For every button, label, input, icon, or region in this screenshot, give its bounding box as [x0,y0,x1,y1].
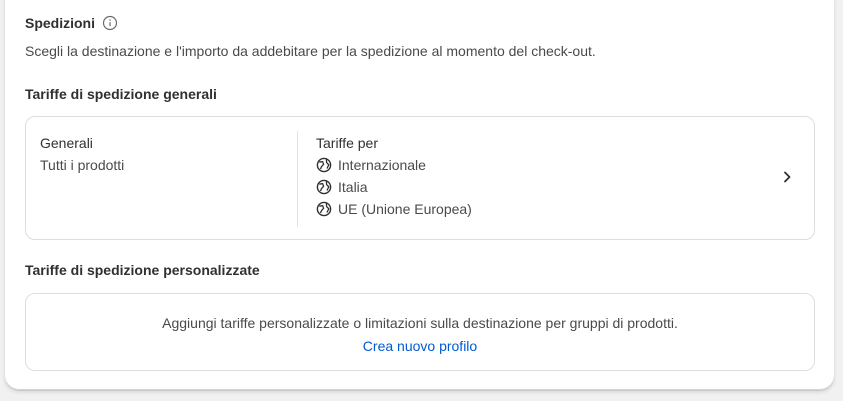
create-profile-link[interactable]: Crea nuovo profilo [363,338,477,354]
profile-description: Tutti i prodotti [40,157,125,173]
profile-info: Generali Tutti i prodotti [40,135,124,173]
general-rates-heading: Tariffe di spedizione generali [25,86,217,102]
create-profile-link-wrap: Crea nuovo profilo [26,338,814,354]
shipping-card: Spedizioni Scegli la destinazione e l'im… [5,0,834,390]
custom-rates-empty-state: Aggiungi tariffe personalizzate o limita… [25,293,815,371]
rates-label: Tariffe per [316,135,378,151]
general-profile-card[interactable]: Generali Tutti i prodotti Tariffe per In… [25,116,815,240]
zone-item: Italia [316,178,472,195]
globe-icon [316,157,332,172]
custom-rates-description: Aggiungi tariffe personalizzate o limita… [162,315,678,331]
zone-label: Italia [338,178,368,195]
column-divider [297,131,298,227]
rates-info: Tariffe per Internazionale Italia UE (Un… [316,135,472,217]
zone-item: Internazionale [316,156,472,173]
info-icon[interactable] [102,15,118,31]
section-title: Spedizioni [25,15,95,31]
custom-rates-heading: Tariffe di spedizione personalizzate [25,262,260,278]
zone-label: Internazionale [338,156,426,173]
profile-name: Generali [40,135,93,151]
section-header: Spedizioni [25,15,118,31]
globe-icon [316,179,332,194]
zone-label: UE (Unione Europea) [338,200,472,217]
chevron-right-icon[interactable] [780,170,794,184]
section-subtitle: Scegli la destinazione e l'importo da ad… [25,43,596,59]
globe-icon [316,201,332,216]
zone-item: UE (Unione Europea) [316,200,472,217]
